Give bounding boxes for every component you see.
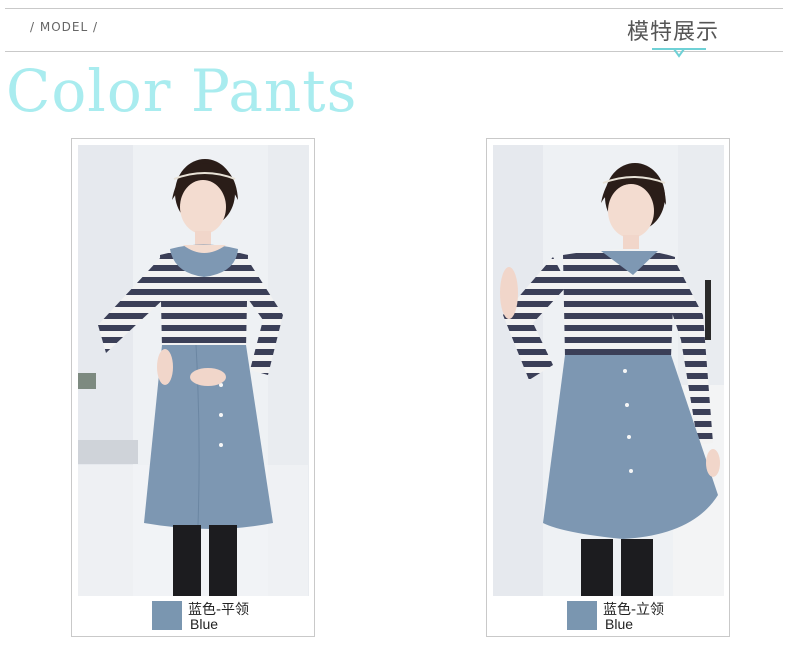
page-title-cn: 模特展示 xyxy=(627,20,720,45)
section-title: Color Pants xyxy=(6,57,358,125)
color-label-en: Blue xyxy=(190,616,219,632)
color-swatch[interactable] xyxy=(152,601,182,630)
product-card[interactable]: 蓝色-平领 Blue xyxy=(71,138,315,637)
product-card[interactable]: 蓝色-立领 Blue xyxy=(486,138,730,637)
model-photo xyxy=(493,145,724,596)
top-rule xyxy=(5,8,783,9)
color-label-en: Blue xyxy=(605,616,634,632)
color-swatch[interactable] xyxy=(567,601,597,630)
chevron-down-icon xyxy=(652,48,706,58)
model-label: / MODEL / xyxy=(30,20,99,34)
model-photo xyxy=(78,145,309,596)
